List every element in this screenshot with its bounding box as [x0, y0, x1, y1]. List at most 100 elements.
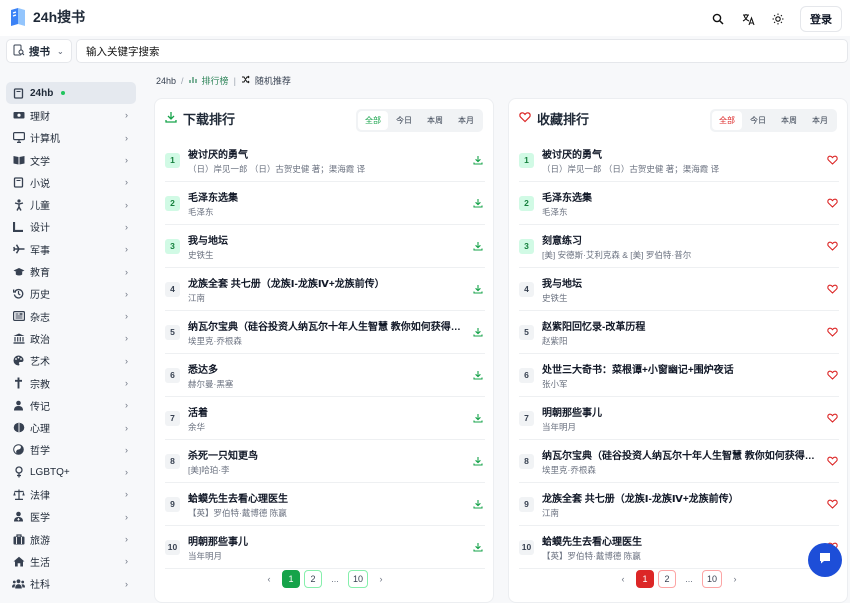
- next-page-button[interactable]: ›: [726, 570, 744, 588]
- period-tab[interactable]: 本月: [451, 111, 481, 130]
- sidebar-item[interactable]: 艺术 ›: [6, 350, 136, 372]
- sidebar-item[interactable]: LGBTQ+ ›: [6, 461, 136, 483]
- heart-icon[interactable]: [825, 284, 839, 294]
- book-title[interactable]: 龙族全套 共七册（龙族Ⅰ-龙族Ⅳ+龙族前传）: [188, 275, 463, 290]
- download-icon[interactable]: [471, 499, 485, 509]
- book-title[interactable]: 毛泽东选集: [542, 189, 817, 204]
- book-title[interactable]: 蛤蟆先生去看心理医生: [188, 490, 463, 505]
- period-tab[interactable]: 本月: [805, 111, 835, 130]
- period-tab[interactable]: 今日: [389, 111, 419, 130]
- prev-page-button[interactable]: ‹: [613, 570, 632, 588]
- download-icon[interactable]: [471, 198, 485, 208]
- page-button[interactable]: 10: [347, 570, 368, 588]
- download-icon[interactable]: [471, 241, 485, 251]
- sidebar-item[interactable]: 历史 ›: [6, 283, 136, 305]
- page-button[interactable]: 1: [635, 570, 654, 588]
- book-title[interactable]: 我与地坛: [542, 275, 817, 290]
- heart-icon[interactable]: [825, 370, 839, 380]
- page-button[interactable]: 1: [281, 570, 300, 588]
- period-tab[interactable]: 今日: [743, 111, 773, 130]
- download-icon[interactable]: [471, 413, 485, 423]
- period-tab[interactable]: 本周: [420, 111, 450, 130]
- download-icon[interactable]: [471, 542, 485, 552]
- heart-icon[interactable]: [825, 241, 839, 251]
- ranking-row[interactable]: 3 我与地坛 史铁生: [165, 225, 485, 268]
- sidebar-item[interactable]: 法律 ›: [6, 483, 136, 505]
- sidebar-item[interactable]: 生活 ›: [6, 550, 136, 572]
- ranking-row[interactable]: 6 处世三大奇书：菜根谭+小窗幽记+围炉夜话 张小军: [519, 354, 839, 397]
- page-button[interactable]: 2: [303, 570, 322, 588]
- sidebar-item[interactable]: 军事 ›: [6, 238, 136, 260]
- sidebar-item[interactable]: 传记 ›: [6, 394, 136, 416]
- ranking-row[interactable]: 2 毛泽东选集 毛泽东: [519, 182, 839, 225]
- page-button[interactable]: 10: [701, 570, 722, 588]
- translate-icon[interactable]: [740, 11, 756, 27]
- logo[interactable]: 24h搜书: [9, 7, 85, 27]
- sidebar-item[interactable]: 儿童 ›: [6, 193, 136, 215]
- sidebar-item[interactable]: 心理 ›: [6, 416, 136, 438]
- book-title[interactable]: 活着: [188, 404, 463, 419]
- ranking-row[interactable]: 8 纳瓦尔宝典（硅谷投资人纳瓦尔十年人生智慧 教你如何获得财富与幸福） 埃里克·乔根…: [519, 440, 839, 483]
- book-title[interactable]: 处世三大奇书：菜根谭+小窗幽记+围炉夜话: [542, 361, 817, 376]
- sidebar-item[interactable]: 杂志 ›: [6, 305, 136, 327]
- ranking-row[interactable]: 5 纳瓦尔宝典（硅谷投资人纳瓦尔十年人生智慧 教你如何获得财富与幸福） 埃里克·乔根…: [165, 311, 485, 354]
- heart-icon[interactable]: [825, 155, 839, 165]
- ranking-row[interactable]: 9 蛤蟆先生去看心理医生 【英】罗伯特·戴博德 陈赢: [165, 483, 485, 526]
- sidebar-item[interactable]: 宗教 ›: [6, 372, 136, 394]
- period-tab[interactable]: 全部: [358, 111, 388, 130]
- sidebar-item[interactable]: 设计 ›: [6, 216, 136, 238]
- breadcrumb-random[interactable]: 随机推荐: [255, 74, 291, 87]
- sidebar-item[interactable]: 哲学 ›: [6, 439, 136, 461]
- chat-button[interactable]: [808, 543, 842, 577]
- sidebar-item[interactable]: 社科 ›: [6, 573, 136, 595]
- breadcrumb-home[interactable]: 24hb: [156, 76, 176, 86]
- login-button[interactable]: 登录: [800, 6, 842, 32]
- heart-icon[interactable]: [825, 327, 839, 337]
- search-input[interactable]: 输入关键字搜索: [76, 39, 848, 63]
- sidebar-item[interactable]: 医学 ›: [6, 506, 136, 528]
- search-type-select[interactable]: 搜书 ⌄: [6, 39, 72, 63]
- book-title[interactable]: 被讨厌的勇气: [188, 146, 463, 161]
- period-tab[interactable]: 本周: [774, 111, 804, 130]
- heart-icon[interactable]: [825, 499, 839, 509]
- book-title[interactable]: 明朝那些事儿: [542, 404, 817, 419]
- sidebar-item[interactable]: 理财 ›: [6, 104, 136, 126]
- sidebar-item[interactable]: 旅游 ›: [6, 528, 136, 550]
- book-title[interactable]: 刻意练习: [542, 232, 817, 247]
- ranking-row[interactable]: 1 被讨厌的勇气 （日）岸见一郎 （日）古贺史健 著；渠海霞 译: [519, 139, 839, 182]
- book-title[interactable]: 毛泽东选集: [188, 189, 463, 204]
- ranking-row[interactable]: 10 蛤蟆先生去看心理医生 【英】罗伯特·戴博德 陈赢: [519, 526, 839, 569]
- book-title[interactable]: 纳瓦尔宝典（硅谷投资人纳瓦尔十年人生智慧 教你如何获得财富与幸福）: [542, 447, 817, 462]
- search-icon[interactable]: [710, 11, 726, 27]
- download-icon[interactable]: [471, 456, 485, 466]
- download-icon[interactable]: [471, 327, 485, 337]
- sidebar-item[interactable]: 教育 ›: [6, 260, 136, 282]
- book-title[interactable]: 赵紫阳回忆录-改革历程: [542, 318, 817, 333]
- book-title[interactable]: 我与地坛: [188, 232, 463, 247]
- heart-icon[interactable]: [825, 456, 839, 466]
- ranking-row[interactable]: 7 明朝那些事儿 当年明月: [519, 397, 839, 440]
- sun-icon[interactable]: [770, 11, 786, 27]
- sidebar-item[interactable]: 政治 ›: [6, 327, 136, 349]
- sidebar-item[interactable]: 计算机 ›: [6, 127, 136, 149]
- breadcrumb-ranking[interactable]: 排行榜: [202, 74, 229, 87]
- heart-icon[interactable]: [825, 198, 839, 208]
- ranking-row[interactable]: 6 悉达多 赫尔曼·黑塞: [165, 354, 485, 397]
- book-title[interactable]: 杀死一只知更鸟: [188, 447, 463, 462]
- sidebar-item[interactable]: 文学 ›: [6, 149, 136, 171]
- book-title[interactable]: 被讨厌的勇气: [542, 146, 817, 161]
- ranking-row[interactable]: 9 龙族全套 共七册（龙族Ⅰ-龙族Ⅳ+龙族前传） 江南: [519, 483, 839, 526]
- sidebar-item[interactable]: 小说 ›: [6, 171, 136, 193]
- book-title[interactable]: 蛤蟆先生去看心理医生: [542, 533, 817, 548]
- download-icon[interactable]: [471, 370, 485, 380]
- ranking-row[interactable]: 8 杀死一只知更鸟 [美]哈珀·李: [165, 440, 485, 483]
- book-title[interactable]: 明朝那些事儿: [188, 533, 463, 548]
- book-title[interactable]: 纳瓦尔宝典（硅谷投资人纳瓦尔十年人生智慧 教你如何获得财富与幸福）: [188, 318, 463, 333]
- ranking-row[interactable]: 10 明朝那些事儿 当年明月: [165, 526, 485, 569]
- heart-icon[interactable]: [825, 413, 839, 423]
- ranking-row[interactable]: 2 毛泽东选集 毛泽东: [165, 182, 485, 225]
- ranking-row[interactable]: 7 活着 余华: [165, 397, 485, 440]
- prev-page-button[interactable]: ‹: [259, 570, 278, 588]
- ranking-row[interactable]: 4 龙族全套 共七册（龙族Ⅰ-龙族Ⅳ+龙族前传） 江南: [165, 268, 485, 311]
- book-title[interactable]: 龙族全套 共七册（龙族Ⅰ-龙族Ⅳ+龙族前传）: [542, 490, 817, 505]
